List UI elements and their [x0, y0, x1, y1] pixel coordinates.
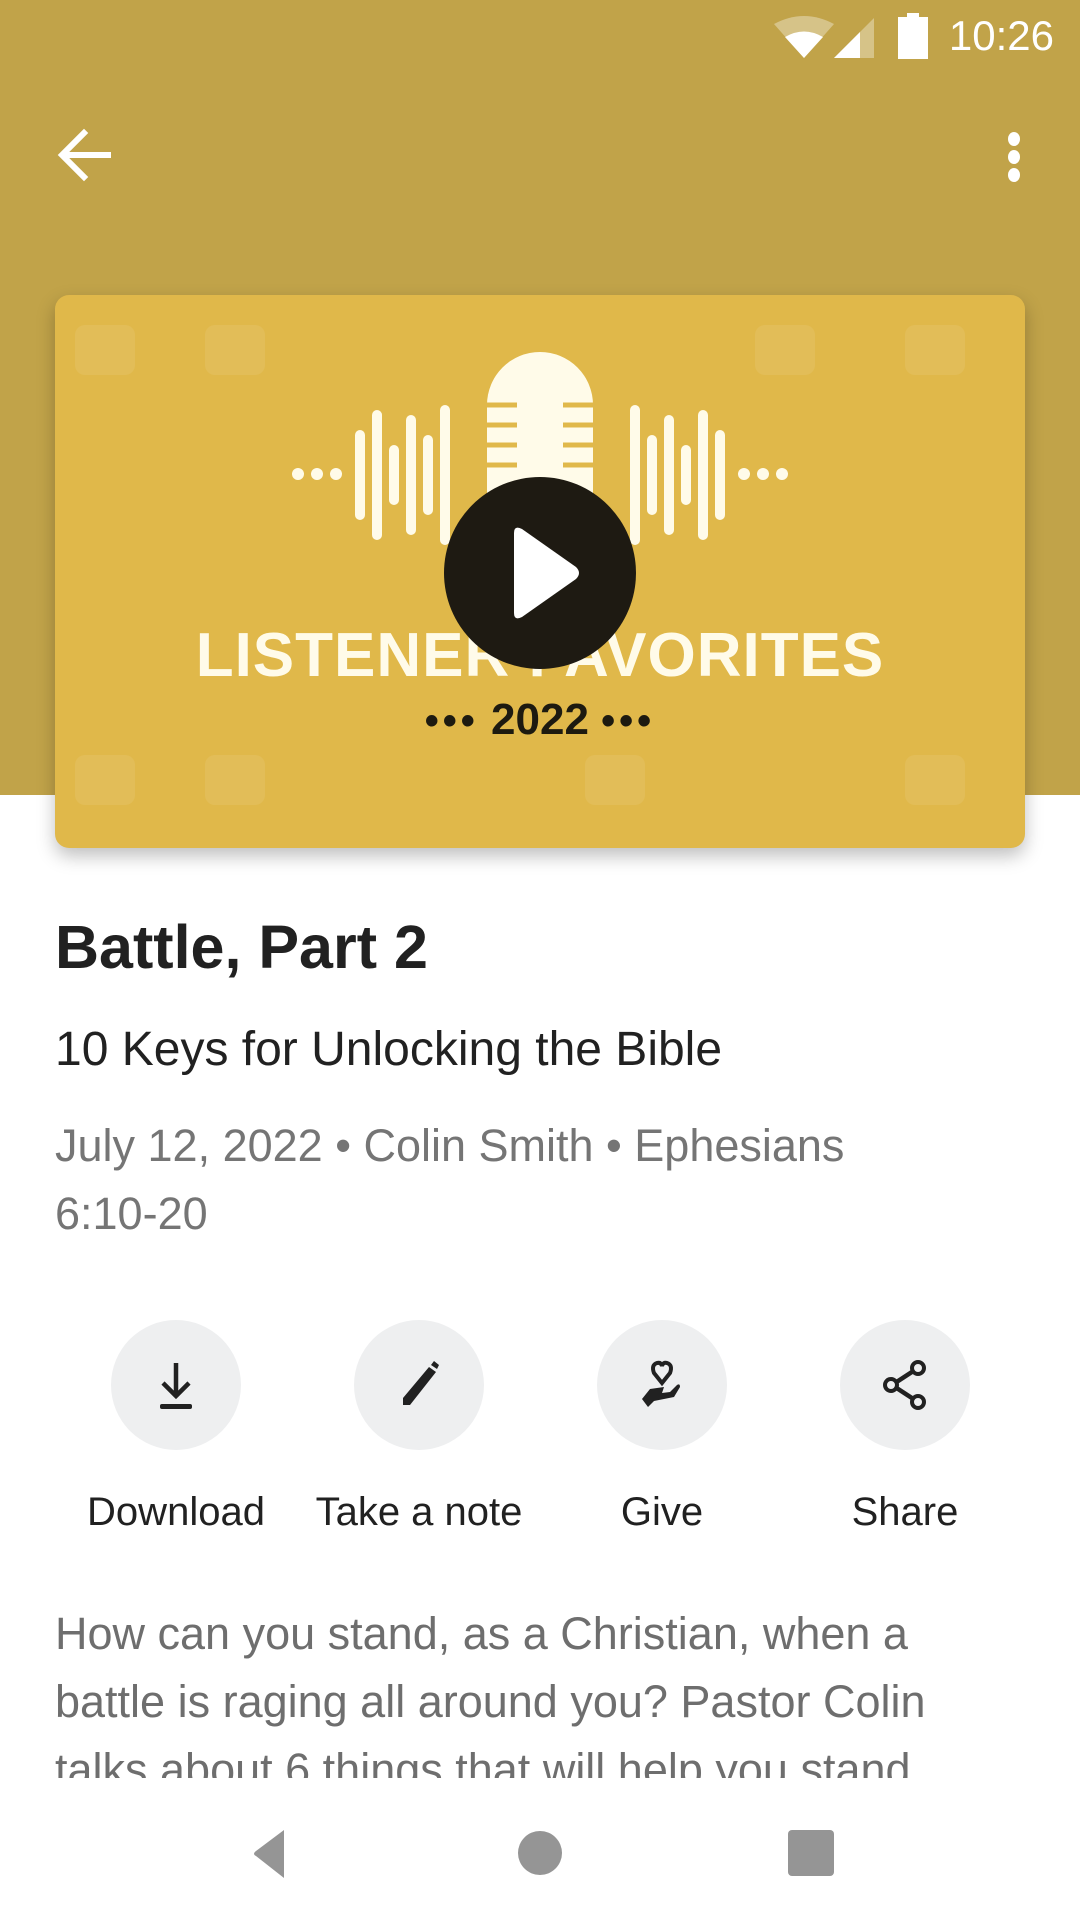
more-options-button[interactable] — [990, 120, 1040, 195]
nav-home-button[interactable] — [505, 1818, 575, 1888]
artwork-dots-left: ••• — [424, 699, 479, 743]
nav-recents-button[interactable] — [775, 1818, 845, 1888]
take-a-note-button[interactable]: Take a note — [299, 1320, 539, 1540]
arrow-left-icon — [57, 128, 111, 182]
download-label: Download — [87, 1490, 265, 1534]
give-button-circle — [597, 1320, 727, 1450]
share-icon — [883, 1360, 926, 1410]
system-navigation-bar — [0, 1778, 1080, 1920]
nav-back-button[interactable] — [232, 1818, 302, 1888]
status-time: 10:26 — [948, 12, 1054, 59]
series-title[interactable]: 10 Keys for Unlocking the Bible — [55, 1022, 722, 1077]
episode-meta: July 12, 2022 • Colin Smith • Ephesians … — [55, 1120, 845, 1239]
download-icon — [160, 1363, 192, 1409]
cellular-signal-icon — [834, 18, 874, 58]
artwork-year-line: ••• 2022 ••• — [55, 695, 1025, 745]
share-button-circle — [840, 1320, 970, 1450]
give-label: Give — [620, 1490, 704, 1534]
episode-title: Battle, Part 2 — [55, 913, 428, 981]
artwork-year: 2022 — [491, 695, 589, 744]
back-button[interactable] — [50, 120, 120, 190]
give-heart-hand-icon — [642, 1360, 680, 1407]
download-button[interactable]: Download — [56, 1320, 296, 1540]
take-a-note-button-circle — [354, 1320, 484, 1450]
action-row: Download Take a note Give Share — [0, 1320, 1080, 1540]
give-button[interactable]: Give — [542, 1320, 782, 1540]
share-label: Share — [851, 1490, 959, 1534]
play-icon — [514, 527, 579, 619]
recents-square-icon — [788, 1830, 834, 1876]
pencil-icon — [403, 1361, 439, 1405]
take-a-note-label: Take a note — [315, 1490, 523, 1534]
episode-description: How can you stand, as a Christian, when … — [55, 1608, 926, 1778]
artwork-dots-right: ••• — [601, 699, 656, 743]
battery-icon — [898, 13, 928, 59]
download-button-circle — [111, 1320, 241, 1450]
back-triangle-icon — [254, 1830, 284, 1878]
play-button[interactable] — [444, 477, 636, 669]
home-circle-icon — [518, 1831, 562, 1875]
status-bar: 10:26 — [0, 0, 1080, 75]
share-button[interactable]: Share — [785, 1320, 1025, 1540]
more-vertical-icon — [1008, 132, 1020, 182]
wifi-icon — [774, 16, 834, 58]
